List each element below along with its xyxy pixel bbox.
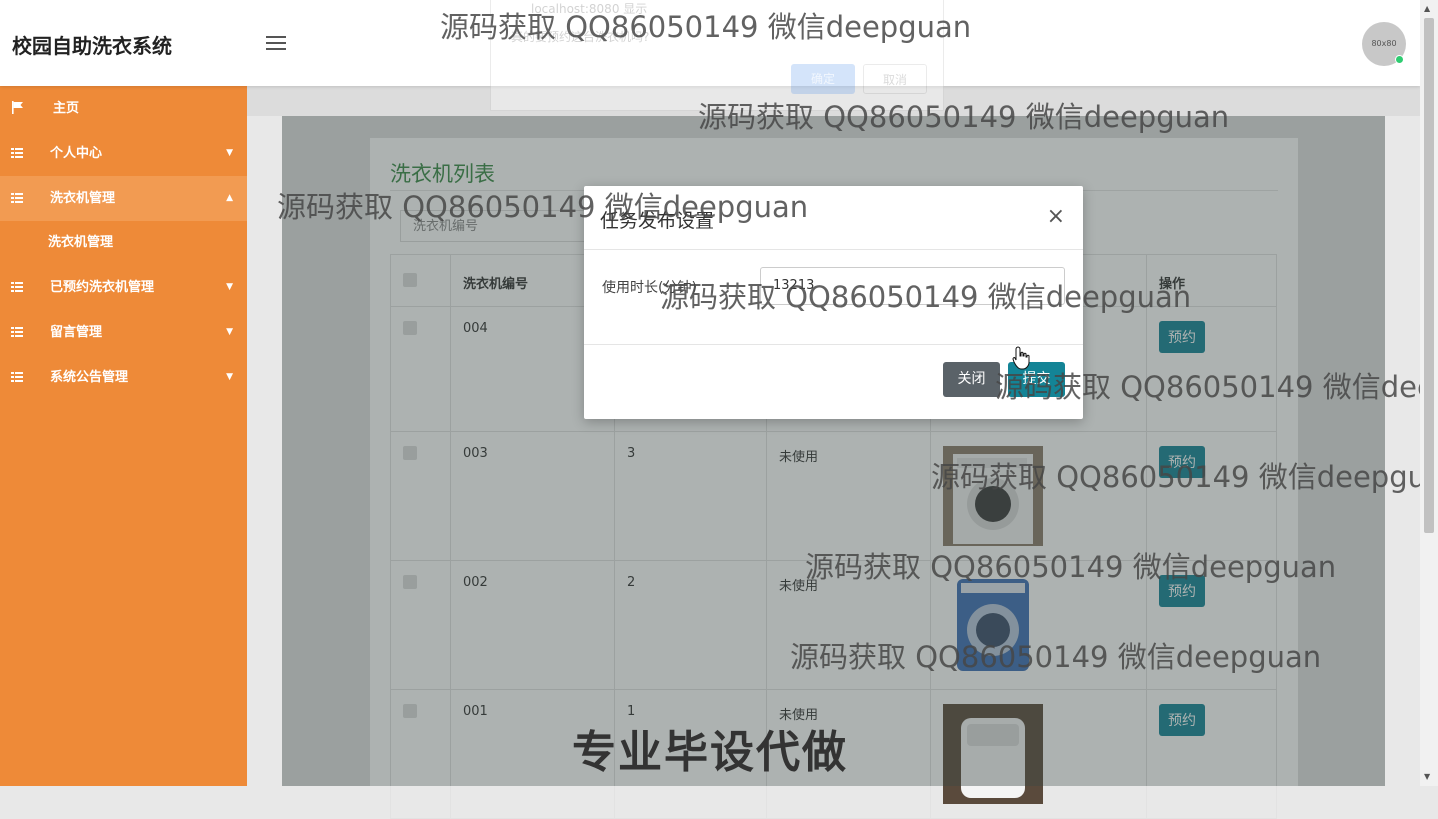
confirm-origin-text: localhost:8080 显示 (531, 2, 648, 16)
sidebar-item-messages[interactable]: 留言管理 ▼ (0, 310, 247, 355)
grid-icon (11, 131, 25, 177)
modal-title: 任务发布设置 (600, 210, 715, 232)
sidebar-item-label: 系统公告管理 (50, 370, 129, 385)
sidebar-item-label: 主页 (53, 101, 80, 116)
scrollbar-thumb[interactable] (1424, 18, 1434, 533)
grid-icon (11, 310, 25, 356)
sidebar-item-announcements[interactable]: 系统公告管理 ▼ (0, 355, 247, 400)
task-settings-modal: 任务发布设置 × 使用时长(分钟) 13213 关闭 提交 (584, 186, 1083, 419)
duration-input[interactable]: 13213 (760, 267, 1065, 305)
caret-down-icon: ▼ (226, 282, 233, 292)
online-status-dot (1395, 55, 1404, 64)
confirm-ok-button[interactable]: 确定 (791, 64, 855, 94)
caret-down-icon: ▼ (226, 148, 233, 158)
page-scrollbar[interactable]: ▲ ▼ (1420, 0, 1438, 786)
sidebar-item-booked-washers[interactable]: 已预约洗衣机管理 ▼ (0, 265, 247, 310)
sidebar-item-washer-management[interactable]: 洗衣机管理 ▲ (0, 176, 247, 221)
sidebar: 主页 个人中心 ▼ 洗衣机管理 ▲ 洗衣机管理 已预约洗衣机管理 ▼ 留言管理 … (0, 86, 247, 786)
caret-down-icon: ▼ (226, 372, 233, 382)
app-brand: 校园自助洗衣系统 (12, 34, 172, 58)
grid-icon (11, 176, 25, 222)
sidebar-item-label: 已预约洗衣机管理 (50, 280, 155, 295)
confirm-cancel-button[interactable]: 取消 (863, 64, 927, 94)
scroll-down-arrow-icon[interactable]: ▼ (1424, 772, 1430, 781)
duration-label: 使用时长(分钟) (602, 280, 697, 296)
sidebar-item-personal-center[interactable]: 个人中心 ▼ (0, 131, 247, 176)
browser-confirm-dialog-fading: localhost:8080 显示 真的要预约这台洗衣机吗? 确定 取消 (490, 0, 944, 111)
caret-up-icon: ▲ (226, 193, 233, 203)
sidebar-subitem-washer-management[interactable]: 洗衣机管理 (0, 221, 247, 265)
watermark-banner: 专业毕设代做 (572, 727, 848, 778)
scroll-up-arrow-icon[interactable]: ▲ (1424, 4, 1430, 13)
flag-icon (11, 86, 25, 133)
divider (584, 249, 1083, 250)
sidebar-item-label: 洗衣机管理 (50, 191, 116, 206)
divider (584, 344, 1083, 345)
confirm-message: 真的要预约这台洗衣机吗? (511, 30, 650, 44)
sidebar-item-label: 留言管理 (50, 325, 103, 340)
user-avatar[interactable]: 80x80 (1362, 22, 1406, 66)
modal-close-button[interactable]: 关闭 (943, 362, 1000, 397)
close-icon[interactable]: × (1047, 204, 1065, 229)
hamburger-menu-icon[interactable] (266, 36, 286, 50)
avatar-placeholder-text: 80x80 (1371, 39, 1397, 48)
sidebar-item-label: 个人中心 (50, 146, 103, 161)
caret-down-icon: ▼ (226, 327, 233, 337)
grid-icon (11, 355, 25, 401)
grid-icon (11, 265, 25, 311)
sidebar-item-home[interactable]: 主页 (0, 86, 247, 131)
hand-pointer-cursor-icon (1012, 346, 1030, 370)
